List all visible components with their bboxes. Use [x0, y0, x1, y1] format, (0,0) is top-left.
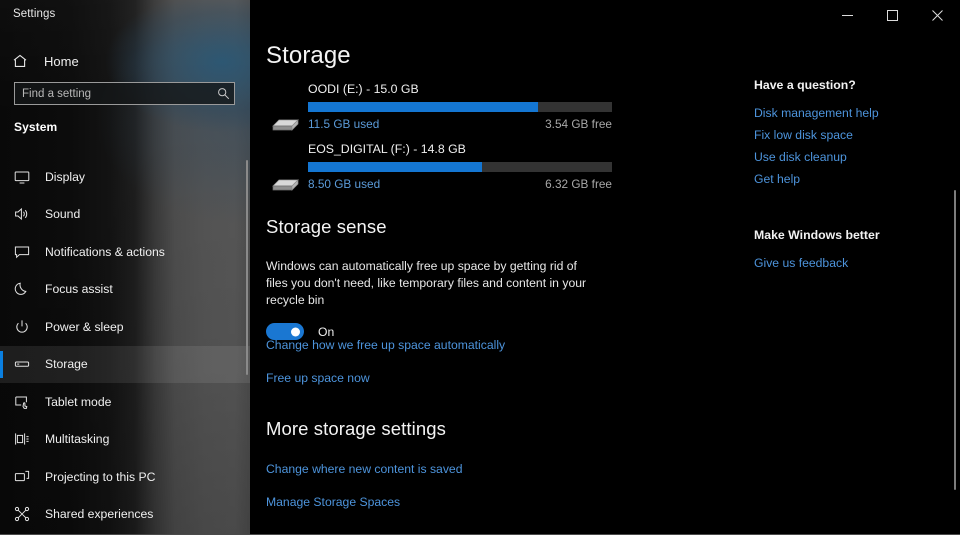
close-icon: [932, 9, 943, 21]
disk-drive-icon: [268, 112, 302, 138]
drive-free-label: 3.54 GB free: [545, 117, 612, 131]
projecting-icon: [14, 469, 38, 485]
sidebar-item-home[interactable]: Home: [0, 44, 250, 78]
sidebar-section-header: System: [14, 120, 58, 134]
drive-list: OODI (E:) - 15.0 GB 11.5 GB used 3.54 GB…: [266, 82, 612, 202]
search-input[interactable]: [15, 87, 212, 100]
storage-sense-links: Change how we free up space automaticall…: [266, 338, 505, 385]
more-storage-heading: More storage settings: [266, 418, 446, 439]
sidebar-item-power-sleep[interactable]: Power & sleep: [0, 308, 250, 346]
right-block-have-a-question: Have a question? Disk management help Fi…: [754, 78, 939, 186]
sidebar-item-tablet-mode-label: Tablet mode: [45, 394, 112, 409]
drive-usage-bar: [308, 102, 612, 112]
sidebar-scrollbar[interactable]: [246, 160, 248, 375]
storage-sense-heading: Storage sense: [266, 216, 387, 237]
drive-usage-fill: [308, 102, 538, 112]
drive-info: EOS_DIGITAL (F:) - 14.8 GB 8.50 GB used …: [308, 142, 612, 191]
page-title: Storage: [266, 42, 351, 69]
drive-row[interactable]: EOS_DIGITAL (F:) - 14.8 GB 8.50 GB used …: [266, 142, 612, 202]
sidebar-item-notifications[interactable]: Notifications & actions: [0, 233, 250, 271]
window-caption: Settings: [13, 8, 56, 20]
toggle-knob: [291, 327, 300, 336]
multitasking-icon: [14, 431, 38, 447]
link-disk-management-help[interactable]: Disk management help: [754, 106, 939, 120]
minimize-icon: [842, 14, 853, 16]
sidebar-item-tablet-mode[interactable]: Tablet mode: [0, 383, 250, 421]
monitor-icon: [14, 169, 38, 185]
settings-window: Settings Home Find a setting System Disp…: [0, 0, 960, 535]
moon-icon: [14, 281, 38, 297]
drive-icon: [14, 356, 38, 372]
link-manage-storage-spaces[interactable]: Manage Storage Spaces: [266, 495, 462, 509]
sidebar-item-multitasking-label: Multitasking: [45, 432, 110, 447]
drive-usage-fill: [308, 162, 483, 172]
tablet-icon: [14, 394, 38, 410]
more-storage-settings-section: More storage settings Change where new c…: [266, 418, 462, 509]
share-icon: [14, 506, 38, 522]
right-column: Have a question? Disk management help Fi…: [754, 78, 939, 278]
sidebar-item-multitasking[interactable]: Multitasking: [0, 421, 250, 459]
drive-usage-bar: [308, 162, 612, 172]
window-controls: [825, 0, 960, 30]
storage-sense-description: Windows can automatically free up space …: [266, 259, 587, 307]
main-scrollbar[interactable]: [954, 190, 956, 490]
disk-drive-icon: [268, 172, 302, 198]
sidebar-item-sound-label: Sound: [45, 207, 81, 222]
maximize-icon: [887, 9, 898, 21]
sidebar-item-power-sleep-label: Power & sleep: [45, 319, 124, 334]
sidebar-item-display[interactable]: Display: [0, 158, 250, 196]
right-block-heading: Make Windows better: [754, 228, 880, 242]
search-icon[interactable]: [212, 83, 234, 104]
home-icon: [12, 53, 38, 69]
drive-name: OODI (E:) - 15.0 GB: [308, 82, 419, 96]
sidebar-item-display-label: Display: [45, 169, 85, 184]
sidebar-item-focus-assist-label: Focus assist: [45, 282, 113, 297]
sidebar-item-shared-experiences-label: Shared experiences: [45, 507, 154, 522]
sidebar-item-sound[interactable]: Sound: [0, 196, 250, 234]
sidebar-item-focus-assist[interactable]: Focus assist: [0, 271, 250, 309]
main-content: Storage OODI (E:) - 15.0 GB 11.5 GB used…: [250, 30, 960, 535]
sidebar-item-storage[interactable]: Storage: [0, 345, 250, 383]
link-change-where-content-saved[interactable]: Change where new content is saved: [266, 462, 462, 476]
minimize-button[interactable]: [825, 0, 870, 30]
chat-bubble-icon: [14, 244, 38, 260]
link-use-disk-cleanup[interactable]: Use disk cleanup: [754, 150, 939, 164]
link-free-up-space-now[interactable]: Free up space now: [266, 371, 505, 385]
drive-row[interactable]: OODI (E:) - 15.0 GB 11.5 GB used 3.54 GB…: [266, 82, 612, 142]
speaker-icon: [14, 206, 38, 222]
power-icon: [14, 319, 38, 335]
storage-sense-toggle-state: On: [318, 324, 335, 339]
title-bar[interactable]: Settings: [0, 0, 960, 30]
drive-info: OODI (E:) - 15.0 GB 11.5 GB used 3.54 GB…: [308, 82, 612, 131]
drive-name: EOS_DIGITAL (F:) - 14.8 GB: [308, 142, 466, 156]
sidebar-item-shared-experiences[interactable]: Shared experiences: [0, 496, 250, 534]
sidebar-item-projecting-label: Projecting to this PC: [45, 469, 156, 484]
link-get-help[interactable]: Get help: [754, 172, 939, 186]
more-storage-links: Change where new content is saved Manage…: [266, 462, 462, 509]
storage-sense-section: Storage sense Windows can automatically …: [266, 216, 616, 340]
sidebar-item-notifications-label: Notifications & actions: [45, 244, 165, 259]
link-change-free-up-space[interactable]: Change how we free up space automaticall…: [266, 338, 505, 352]
sidebar-item-storage-label: Storage: [45, 357, 88, 372]
right-block-make-windows-better: Make Windows better Give us feedback: [754, 228, 939, 270]
link-fix-low-disk-space[interactable]: Fix low disk space: [754, 128, 939, 142]
sidebar: Home System: [0, 0, 250, 535]
drive-stats: 11.5 GB used 3.54 GB free: [308, 117, 612, 131]
sidebar-nav-list: Display Sound Notifications & actions Fo…: [0, 158, 250, 533]
drive-used-label: 8.50 GB used: [308, 177, 381, 191]
drive-free-label: 6.32 GB free: [545, 177, 612, 191]
sidebar-content: Home System: [0, 0, 250, 535]
sidebar-item-home-label: Home: [44, 53, 79, 69]
sidebar-item-projecting[interactable]: Projecting to this PC: [0, 458, 250, 496]
search-box[interactable]: [14, 82, 235, 105]
drive-used-label: 11.5 GB used: [308, 117, 380, 131]
right-block-heading: Have a question?: [754, 78, 856, 92]
maximize-button[interactable]: [870, 0, 915, 30]
link-give-us-feedback[interactable]: Give us feedback: [754, 256, 939, 270]
drive-stats: 8.50 GB used 6.32 GB free: [308, 177, 612, 191]
close-button[interactable]: [915, 0, 960, 30]
